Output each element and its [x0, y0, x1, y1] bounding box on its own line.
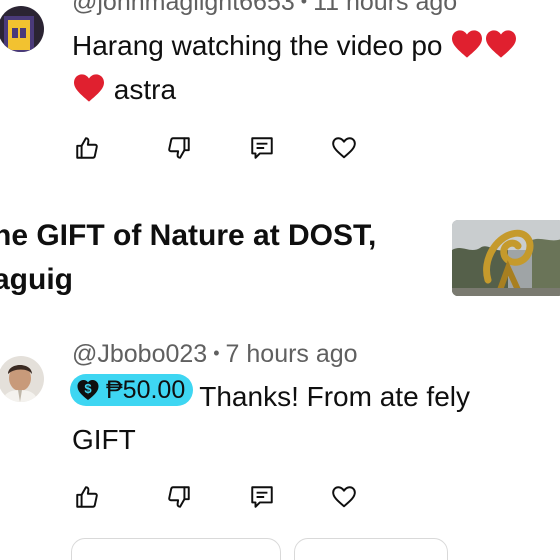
meta-separator: •: [300, 0, 308, 11]
dislike-button[interactable]: [164, 482, 194, 512]
comment1-text-line1: Harang watching the video po: [72, 30, 443, 61]
person-photo-avatar-icon: [0, 356, 44, 402]
video-thumbnail[interactable]: [452, 220, 560, 296]
comment2-text-line2: GIFT: [72, 424, 136, 455]
creator-heart-button[interactable]: [329, 482, 359, 512]
heart-outline-icon: [332, 486, 356, 508]
reply-button[interactable]: [247, 133, 277, 163]
like-button[interactable]: [72, 482, 102, 512]
comment1-handle[interactable]: @johnmaglight6653: [72, 0, 295, 16]
thumbs-down-icon: [168, 137, 190, 159]
comment2-meta: @Jbobo023 • 7 hours ago: [72, 340, 358, 369]
comment1-text: Harang watching the video po: [72, 24, 518, 68]
thumbs-down-icon: [168, 486, 190, 508]
comment2-avatar[interactable]: [0, 356, 44, 402]
video-title-line2: aguig: [0, 263, 73, 296]
ribbon-sculpture-thumbnail-icon: [452, 220, 560, 296]
red-heart-icon: [74, 74, 104, 102]
reply-comment-icon: [251, 137, 273, 159]
comment1-time: 11 hours ago: [313, 0, 458, 16]
creator-heart-button[interactable]: [329, 133, 359, 163]
comment1-actions: [72, 133, 372, 163]
comment2-text: $ ₱50.00 Thanks! From ate fely: [70, 374, 470, 419]
svg-text:$: $: [84, 381, 92, 396]
bottom-chip-left[interactable]: [71, 538, 281, 560]
thumbs-up-icon: [76, 486, 98, 508]
comment1-avatar[interactable]: [0, 6, 44, 52]
heart-outline-icon: [332, 137, 356, 159]
super-thanks-amount: ₱50.00: [106, 376, 186, 404]
comment2-text-second-line: GIFT: [72, 418, 136, 462]
comment1-text-second-line: astra: [72, 68, 176, 112]
comment2-handle[interactable]: @Jbobo023: [72, 340, 207, 368]
comments-page: @johnmaglight6653 • 11 hours ago Harang wa…: [0, 0, 560, 560]
video-title-line1: he GIFT of Nature at DOST,: [0, 219, 377, 252]
comment1-meta: @johnmaglight6653 • 11 hours ago: [72, 0, 457, 17]
comment2-time: 7 hours ago: [225, 340, 358, 368]
basketball-jersey-avatar-icon: [0, 6, 44, 52]
video-title[interactable]: he GIFT of Nature at DOST, aguig: [0, 214, 430, 302]
super-thanks-heart-dollar-icon: $: [77, 380, 99, 400]
super-thanks-badge: $ ₱50.00: [70, 374, 194, 406]
reply-button[interactable]: [247, 482, 277, 512]
red-heart-icon: [486, 30, 517, 58]
meta-separator: •: [213, 343, 220, 363]
comment1-text-line2: astra: [113, 74, 177, 105]
thumbs-up-icon: [76, 137, 98, 159]
comment2-actions: [72, 482, 372, 512]
reply-comment-icon: [251, 486, 273, 508]
comment2-text-line1: Thanks! From ate fely: [199, 381, 471, 412]
dislike-button[interactable]: [164, 133, 194, 163]
bottom-chip-right[interactable]: [294, 538, 448, 560]
like-button[interactable]: [72, 133, 102, 163]
red-heart-icon: [452, 30, 483, 58]
